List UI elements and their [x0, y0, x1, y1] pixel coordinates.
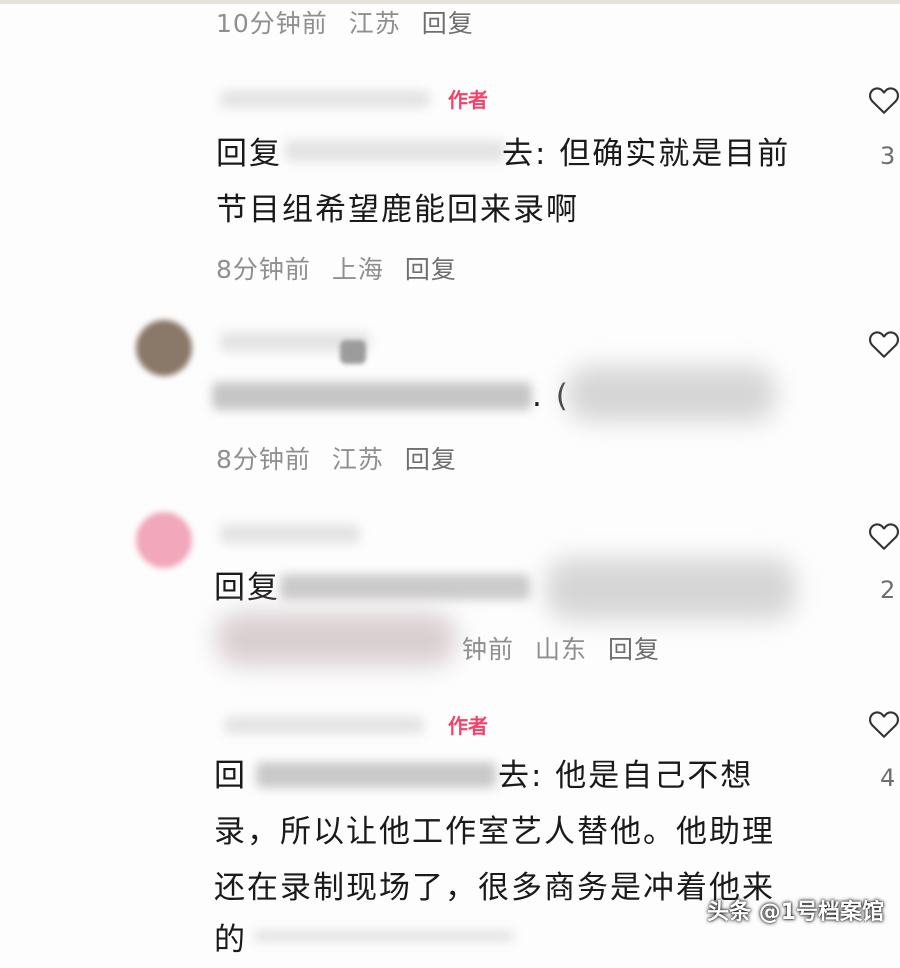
comment-meta: 8分钟前 上海 回复	[216, 250, 469, 286]
comment-text-line: 还在录制现场了，很多商务是冲着他来	[214, 870, 775, 906]
comment-time: 10分钟前	[216, 9, 328, 38]
comment-text-line: 去: 但确实就是目前	[502, 136, 791, 172]
reply-link[interactable]: 回复	[405, 445, 457, 474]
reply-prefix: 回复	[216, 136, 282, 172]
comment-meta-redacted	[216, 612, 456, 666]
comment-meta: 8分钟前 江苏 回复	[216, 440, 469, 476]
author-badge: 作者	[448, 714, 488, 738]
avatar[interactable]	[136, 320, 192, 376]
heart-outline-icon[interactable]	[866, 82, 900, 118]
reply-link[interactable]: 回复	[422, 9, 474, 38]
comment-text-redacted	[280, 574, 530, 600]
comment-text-line: 回复	[214, 560, 280, 616]
username-redacted	[220, 524, 360, 544]
comment-time: 8分钟前	[216, 255, 311, 284]
comment-text-redacted	[546, 558, 796, 620]
comment-meta: 10分钟前 江苏 回复	[216, 4, 486, 40]
like-count: 4	[880, 764, 896, 792]
reply-target-redacted	[256, 762, 496, 788]
author-badge: 作者	[448, 88, 488, 112]
reply-link[interactable]: 回复	[405, 255, 457, 284]
avatar[interactable]	[136, 512, 192, 568]
comment-location: 上海	[331, 255, 384, 284]
reply-target-redacted	[285, 140, 505, 162]
username-redacted	[220, 90, 430, 108]
username-redacted	[224, 716, 424, 734]
comment-location: 江苏	[331, 445, 384, 474]
comment-time: 钟前	[462, 635, 515, 664]
username-emoji-redacted	[340, 340, 366, 364]
comment-text-line: . (	[532, 378, 570, 414]
comment-text-line: 回	[214, 748, 247, 804]
comment-text-redacted	[212, 382, 532, 410]
comment-text-line: 的	[214, 922, 247, 958]
comment-text-line: 回复	[216, 126, 282, 182]
reply-prefix: 回复	[214, 570, 280, 606]
heart-outline-icon[interactable]	[866, 706, 900, 742]
like-count: 2	[880, 576, 896, 604]
comment-text-line: 去: 他是自己不想	[498, 758, 754, 794]
comment-location: 山东	[534, 635, 587, 664]
watermark: 头条 @1号档案馆	[707, 900, 884, 925]
like-count: 3	[880, 142, 896, 170]
comment-location: 江苏	[348, 9, 401, 38]
reply-prefix: 回	[214, 758, 247, 794]
comment-meta-cutoff	[254, 930, 514, 942]
comment-time: 8分钟前	[216, 445, 311, 474]
reply-link[interactable]: 回复	[608, 635, 660, 664]
comment-text-line: 节目组希望鹿能回来录啊	[216, 192, 579, 228]
comment-text-line: 录，所以让他工作室艺人替他。他助理	[214, 814, 775, 850]
comment-meta: 钟前 山东 回复	[462, 630, 672, 666]
heart-outline-icon[interactable]	[866, 326, 900, 362]
heart-outline-icon[interactable]	[866, 518, 900, 554]
comment-text-redacted	[566, 366, 776, 422]
